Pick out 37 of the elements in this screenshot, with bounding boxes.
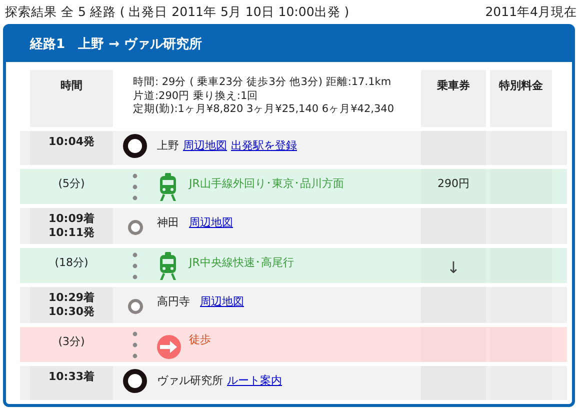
station-link[interactable]: ルート案内 xyxy=(227,373,282,388)
special-fee-heading: 特別料金 xyxy=(499,78,543,93)
segment-fare: ↓ xyxy=(446,258,460,279)
station-link[interactable]: 周辺地図 xyxy=(183,138,227,153)
segment-fare: 290円 xyxy=(438,176,470,192)
train-icon xyxy=(159,252,177,280)
route-summary-line: 定期(勤):1ヶ月¥8,820 3ヶ月¥25,140 6ヶ月¥42,340 xyxy=(133,103,396,116)
station-time: 10:30発 xyxy=(48,305,94,319)
station-time: 10:04発 xyxy=(48,135,94,149)
segment-duration: (5分) xyxy=(58,176,85,191)
ticket-heading: 乗車券 xyxy=(437,78,470,93)
segment-line-name: JR山手線外回り･東京･品川方面 xyxy=(189,176,344,191)
segment-duration: (18分) xyxy=(54,255,88,270)
station-time: 10:09着 xyxy=(48,212,94,226)
route-summary-line: 時間: 29分 ( 乗車23分 徒歩3分 他3分) 距離:17.1km xyxy=(133,76,392,90)
station-link[interactable]: 出発駅を登録 xyxy=(231,138,297,153)
station-name: 上野 xyxy=(157,138,179,153)
station-time: 10:29着 xyxy=(48,291,94,305)
station-name: 神田 xyxy=(157,215,179,230)
station-name: 高円寺 xyxy=(157,294,190,309)
station-link[interactable]: 周辺地図 xyxy=(200,294,244,309)
route-title: 経路1 上野 → ヴァル研究所 xyxy=(30,37,202,52)
segment-duration: (3分) xyxy=(58,334,85,349)
train-icon xyxy=(159,173,177,201)
as-of-date: 2011年4月現在 xyxy=(485,4,577,21)
dotted-connector-icon xyxy=(132,331,138,359)
segment-line-name: JR中央線快速･高尾行 xyxy=(189,255,294,270)
segment-line-name: 徒歩 xyxy=(189,332,211,347)
route-summary-line: 片道:290円 乗り換え:1回 xyxy=(133,90,260,103)
station-time: 10:33着 xyxy=(48,370,94,384)
station-time: 10:11発 xyxy=(48,226,94,240)
dotted-connector-icon xyxy=(132,173,138,201)
results-heading: 探索結果 全 5 経路 ( 出発日 2011年 5月 10日 10:00出発 ) xyxy=(5,4,350,21)
dotted-connector-icon xyxy=(132,252,138,280)
station-link[interactable]: 周辺地図 xyxy=(189,215,233,230)
station-name: ヴァル研究所 xyxy=(157,373,223,388)
time-heading: 時間 xyxy=(60,78,82,93)
